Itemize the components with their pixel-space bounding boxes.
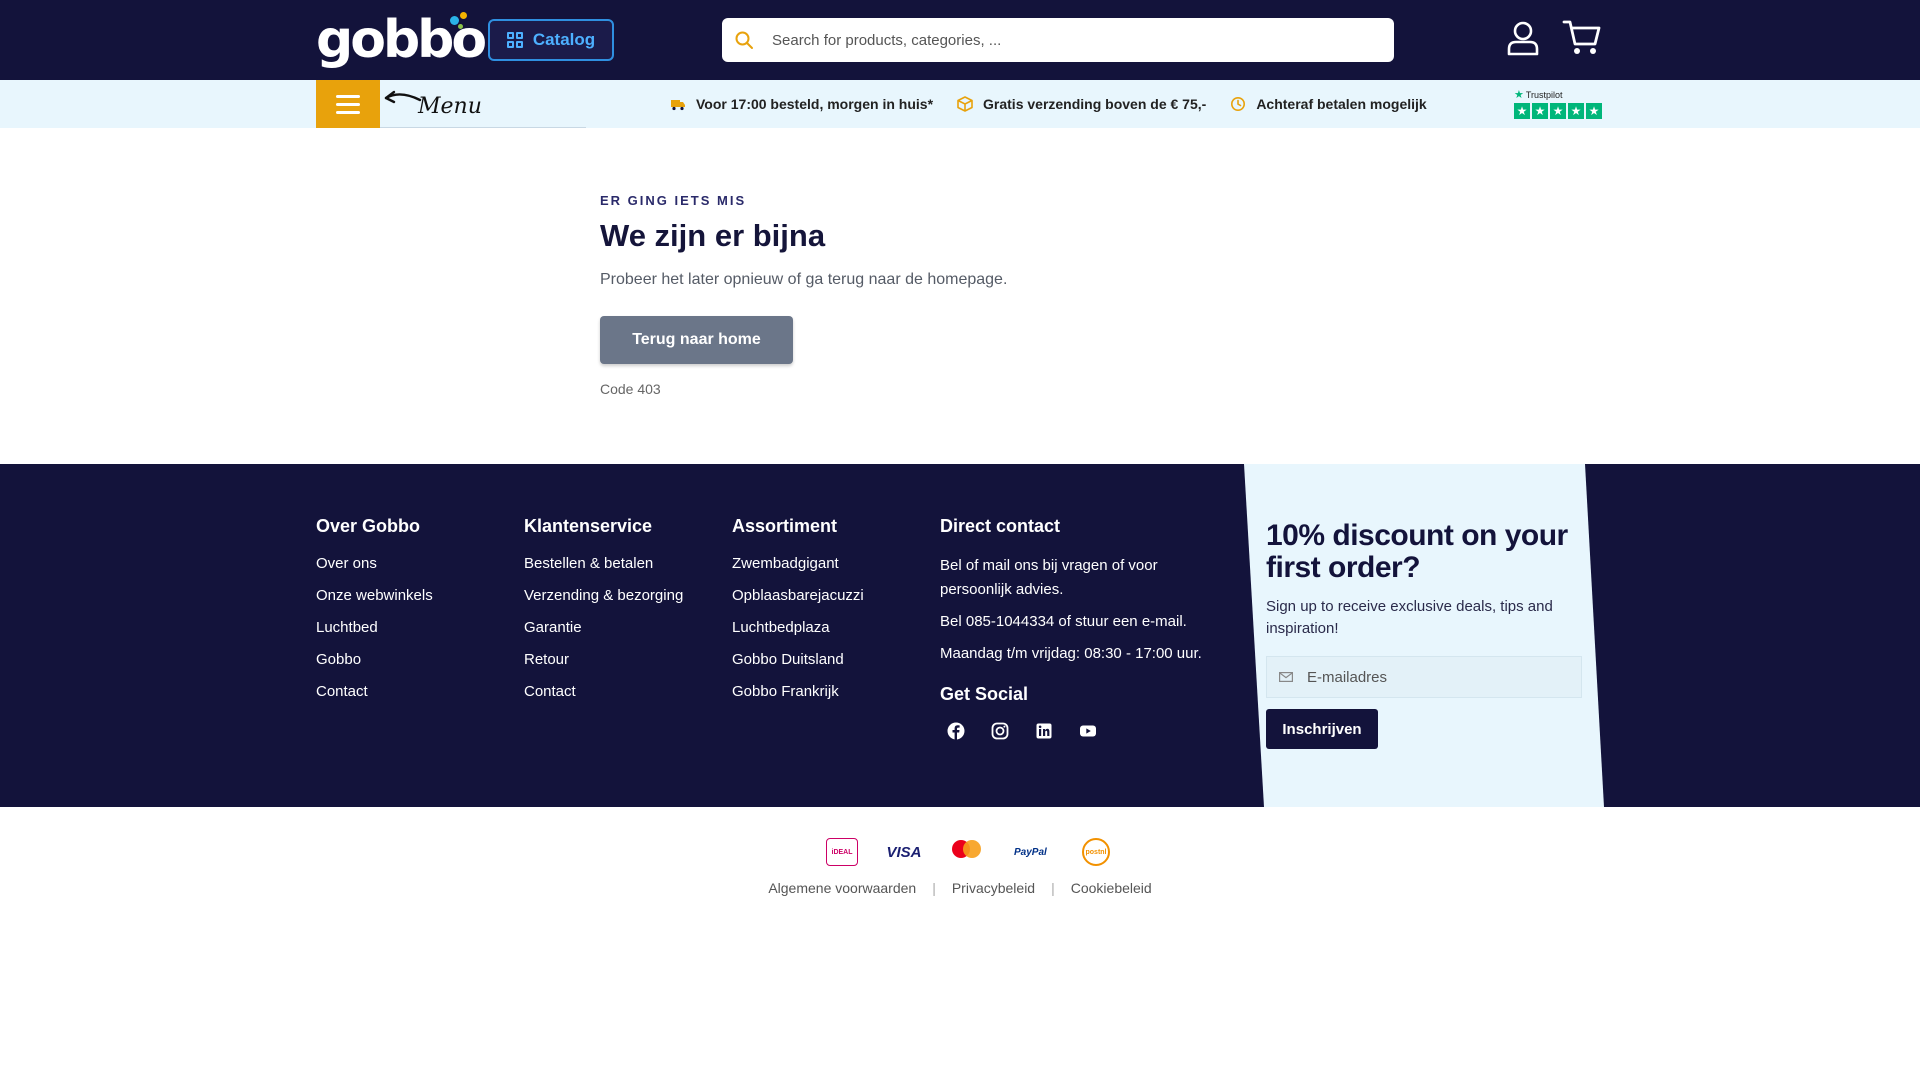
logo-text: gobbo xyxy=(316,10,487,70)
menu-line xyxy=(336,102,360,106)
contact-hours: Maandag t/m vrijdag: 08:30 - 17:00 uur. xyxy=(940,645,1202,662)
trustpilot-rating: ★ ★ ★ ★ ★ xyxy=(1514,103,1604,119)
footer-column-title: Over Gobbo xyxy=(316,516,421,536)
footer-link[interactable]: Over ons xyxy=(316,554,433,586)
separator: | xyxy=(1051,880,1055,896)
trustpilot-widget[interactable]: ★ Trustpilot ★ ★ ★ ★ ★ xyxy=(1514,88,1604,122)
trustpilot-label: ★ Trustpilot xyxy=(1514,88,1604,101)
paypal-logo: PayPal xyxy=(1014,846,1047,858)
error-message: Probeer het later opnieuw of ga terug na… xyxy=(600,271,1008,288)
usp-text: Voor 17:00 besteld, morgen in huis* xyxy=(696,96,934,112)
cookie-link[interactable]: Cookiebeleid xyxy=(1071,880,1152,896)
star-icon: ★ xyxy=(1586,103,1602,119)
visa-logo: VISA xyxy=(886,843,922,861)
footer-link[interactable]: Opblaasbarejacuzzi xyxy=(732,586,864,618)
star-icon: ★ xyxy=(1550,103,1566,119)
menu-line xyxy=(336,94,360,98)
user-account-icon[interactable] xyxy=(1506,20,1540,56)
grid-icon xyxy=(506,32,523,48)
mail-icon xyxy=(1279,672,1293,682)
ideal-logo: iDEAL xyxy=(826,838,858,866)
footer-link[interactable]: Gobbo Duitsland xyxy=(732,650,864,682)
footer-link[interactable]: Gobbo xyxy=(316,650,433,682)
instagram-icon[interactable] xyxy=(990,721,1010,741)
footer-column-over-gobbo: Over Gobbo Over ons Onze webwinkels Luch… xyxy=(316,516,433,714)
usp-text: Gratis verzending boven de € 75,- xyxy=(983,96,1207,112)
usp-text: Achteraf betalen mogelijk xyxy=(1256,96,1427,112)
footer-link[interactable]: Contact xyxy=(524,682,683,714)
footer-column-title: Direct contact xyxy=(940,516,1061,536)
logo-dot xyxy=(460,12,467,19)
footer-link[interactable]: Garantie xyxy=(524,618,683,650)
social-title: Get Social xyxy=(940,684,1029,704)
terms-link[interactable]: Algemene voorwaarden xyxy=(768,880,916,896)
star-icon: ★ xyxy=(1568,103,1584,119)
gobbo-logo[interactable]: gobbo xyxy=(316,10,487,70)
trustpilot-text: Trustpilot xyxy=(1525,89,1563,100)
search-input[interactable] xyxy=(772,31,1372,49)
legal-links: Algemene voorwaarden | Privacybeleid | C… xyxy=(0,880,1920,896)
newsletter-title: 10% discount on your first order? xyxy=(1266,519,1568,584)
package-icon xyxy=(957,96,973,112)
usp-item: Gratis verzending boven de € 75,- xyxy=(957,96,1206,112)
footer-link[interactable]: Retour xyxy=(524,650,683,682)
payment-methods: iDEAL VISA PayPal postnl xyxy=(826,836,1110,868)
footer-column-klantenservice: Klantenservice Bestellen & betalen Verze… xyxy=(524,516,683,714)
hamburger-menu-button[interactable] xyxy=(316,80,380,128)
menu-annotation-text: Menu xyxy=(418,94,482,119)
shopping-cart-icon[interactable] xyxy=(1562,18,1602,58)
catalog-label: Catalog xyxy=(532,30,596,49)
back-home-button[interactable]: Terug naar home xyxy=(600,316,793,364)
separator: | xyxy=(932,880,936,896)
truck-icon xyxy=(671,100,685,111)
star-icon: ★ xyxy=(1514,103,1530,119)
search-bar[interactable] xyxy=(722,18,1394,62)
contact-text: Bel of mail ons bij vragen of voor perso… xyxy=(940,557,1158,598)
newsletter-text: Sign up to receive exclusive deals, tips… xyxy=(1266,598,1553,637)
facebook-icon[interactable] xyxy=(946,721,966,741)
contact-phone: Bel 085-1044334 of stuur een e-mail. xyxy=(940,613,1187,630)
search-icon xyxy=(735,31,753,49)
logo-dot xyxy=(458,24,463,29)
subscribe-button[interactable]: Inschrijven xyxy=(1266,709,1378,749)
logo-dot xyxy=(450,16,459,25)
footer-link[interactable]: Gobbo Frankrijk xyxy=(732,682,864,714)
usp-item: Voor 17:00 besteld, morgen in huis* xyxy=(670,96,933,112)
menu-line xyxy=(336,110,360,114)
postnl-logo: postnl xyxy=(1082,838,1110,866)
error-eyebrow: ER GING IETS MIS xyxy=(600,193,747,208)
footer-link[interactable]: Luchtbed xyxy=(316,618,433,650)
clock-icon xyxy=(1231,97,1246,111)
usp-list: Voor 17:00 besteld, morgen in huis* Grat… xyxy=(670,80,1427,128)
mastercard-logo xyxy=(950,838,986,866)
usp-item: Achteraf betalen mogelijk xyxy=(1230,96,1427,112)
menu-annotation: Menu xyxy=(380,80,586,128)
star-icon: ★ xyxy=(1532,103,1548,119)
trustpilot-star-icon: ★ xyxy=(1514,89,1524,101)
footer-column-assortiment: Assortiment Zwembadgigant Opblaasbarejac… xyxy=(732,516,864,714)
catalog-button[interactable]: Catalog xyxy=(488,19,614,61)
error-code: Code 403 xyxy=(600,381,661,397)
page-title: We zijn er bijna xyxy=(600,218,826,253)
footer-link[interactable]: Contact xyxy=(316,682,433,714)
footer-column-title: Klantenservice xyxy=(524,516,653,536)
footer-link[interactable]: Bestellen & betalen xyxy=(524,554,683,586)
footer-link[interactable]: Zwembadgigant xyxy=(732,554,864,586)
footer-link[interactable]: Luchtbedplaza xyxy=(732,618,864,650)
email-input[interactable] xyxy=(1307,668,1567,686)
social-links xyxy=(946,721,1230,741)
footer-link[interactable]: Onze webwinkels xyxy=(316,586,433,618)
footer-column-contact: Direct contact Bel of mail ons bij vrage… xyxy=(940,516,1230,741)
youtube-icon[interactable] xyxy=(1078,721,1098,741)
privacy-link[interactable]: Privacybeleid xyxy=(952,880,1035,896)
linkedin-icon[interactable] xyxy=(1034,721,1054,741)
footer-link[interactable]: Verzending & bezorging xyxy=(524,586,683,618)
footer-column-title: Assortiment xyxy=(732,516,838,536)
newsletter-email-field[interactable] xyxy=(1266,656,1582,698)
